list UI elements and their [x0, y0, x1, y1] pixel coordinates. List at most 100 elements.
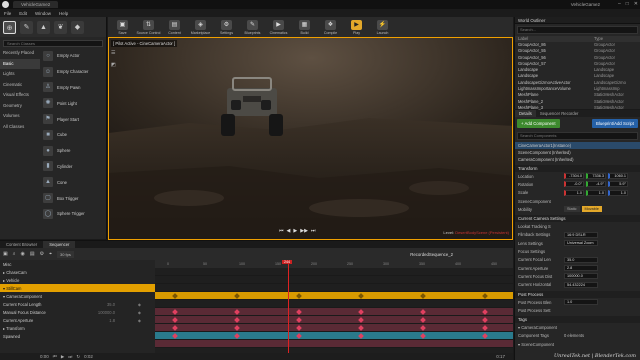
tag-row[interactable]: ▾ CameraComponent: [518, 325, 564, 330]
tab-sequencer-recorder[interactable]: Sequencer Recorder: [536, 110, 583, 117]
prop-field[interactable]: 54.432224: [564, 281, 598, 288]
skip-back-icon[interactable]: ⏮: [279, 228, 284, 234]
source-control-button[interactable]: ⇅ Source Control: [136, 17, 161, 37]
keyframe[interactable]: [482, 309, 488, 315]
add-component-button[interactable]: + Add Component: [517, 119, 560, 128]
keyframe[interactable]: [172, 325, 178, 331]
content-button[interactable]: ▤ Content: [162, 17, 187, 37]
snap-icon[interactable]: ⌖: [49, 251, 52, 257]
menu-window[interactable]: Window: [35, 11, 51, 16]
menu-edit[interactable]: Edit: [19, 11, 27, 16]
loop-icon[interactable]: ↻: [76, 354, 80, 360]
play-icon[interactable]: ▶: [293, 228, 297, 234]
keyframe[interactable]: [172, 333, 178, 339]
timeline-lane[interactable]: [155, 300, 513, 308]
placeable-item[interactable]: ● Sphere: [40, 143, 106, 159]
keyframe[interactable]: [420, 293, 426, 299]
keyframe[interactable]: [172, 293, 178, 299]
placeable-item[interactable]: ○ Empty Actor: [40, 48, 106, 64]
component-search-input[interactable]: Search Components: [517, 132, 638, 140]
keyframe[interactable]: [358, 293, 364, 299]
category-item[interactable]: All Classes: [0, 122, 40, 133]
sequencer-track[interactable]: ▸ ChaseCam: [0, 268, 155, 276]
camera-icon[interactable]: ◉: [21, 251, 25, 257]
timeline-lane[interactable]: [155, 324, 513, 332]
settings-button[interactable]: ⚙ Settings: [214, 17, 239, 37]
class-search-input[interactable]: Search Classes: [3, 40, 103, 47]
timeline-lane[interactable]: [155, 308, 513, 316]
keyframe[interactable]: [420, 317, 426, 323]
sequencer-track[interactable]: Current Focal Length 35.0 ◆: [0, 300, 155, 308]
place-mode-icon[interactable]: ⊕: [3, 20, 16, 34]
paint-mode-icon[interactable]: ✎: [20, 20, 33, 34]
timeline-lane[interactable]: [155, 292, 513, 300]
save-button[interactable]: ▣ Save: [110, 17, 135, 37]
keyframe[interactable]: [482, 317, 488, 323]
keyframe[interactable]: [358, 333, 364, 339]
perspective-icon[interactable]: ◩: [111, 62, 116, 68]
prop-field[interactable]: 2.8: [564, 265, 598, 272]
post-process-section[interactable]: Post Process: [515, 290, 640, 298]
keyframe[interactable]: [482, 293, 488, 299]
compile-button[interactable]: ❖ Compile: [318, 17, 343, 37]
launch-button[interactable]: ⚡ Launch: [370, 17, 395, 37]
timeline-lane[interactable]: [155, 316, 513, 324]
category-item[interactable]: Visual Effects: [0, 90, 40, 101]
keyframe[interactable]: [172, 309, 178, 315]
keyframe[interactable]: [296, 333, 302, 339]
placeable-item[interactable]: ⚑ Player Start: [40, 111, 106, 127]
placeable-item[interactable]: ▢ Box Trigger: [40, 190, 106, 206]
placeable-item[interactable]: ▮ Cylinder: [40, 159, 106, 175]
timeline-lane[interactable]: [155, 340, 513, 348]
prop-field[interactable]: 1.0: [564, 299, 598, 305]
fps-dropdown[interactable]: 30 fps: [56, 250, 74, 258]
play-icon[interactable]: ▶: [61, 354, 64, 360]
geometry-mode-icon[interactable]: ◆: [71, 20, 84, 34]
component-item[interactable]: CineCameraActor1(Instance): [515, 142, 640, 149]
sequencer-track[interactable]: Spawned: [0, 332, 155, 340]
keyframe[interactable]: [358, 309, 364, 315]
viewport-menu-icon[interactable]: ☰: [111, 50, 116, 56]
timeline-lane[interactable]: [155, 276, 513, 284]
category-item[interactable]: Basic: [0, 58, 40, 69]
sequencer-track[interactable]: ▾ StillCam: [0, 284, 155, 292]
component-item[interactable]: CameraComponent (Inherited): [515, 156, 640, 163]
timeline-lane[interactable]: [155, 284, 513, 292]
keyframe[interactable]: [420, 309, 426, 315]
render-icon[interactable]: ▤: [30, 251, 35, 257]
maximize-icon[interactable]: □: [626, 1, 629, 7]
settings-icon[interactable]: ⚙: [40, 251, 44, 257]
keyframe[interactable]: [234, 317, 240, 323]
tab-details[interactable]: Details: [515, 110, 536, 117]
sequencer-track[interactable]: Current Aperture 1.8 ◆: [0, 316, 155, 324]
sequencer-track[interactable]: ▾ CameraComponent: [0, 292, 155, 300]
skip-back-icon[interactable]: ⏮: [53, 354, 57, 359]
location-x-field[interactable]: -7304.0: [564, 173, 584, 180]
step-back-icon[interactable]: ◀: [287, 228, 291, 234]
sequencer-track[interactable]: ▸ Transform: [0, 324, 155, 332]
category-item[interactable]: Cinematic: [0, 80, 40, 91]
timeline-lane[interactable]: [155, 268, 513, 276]
sequencer-track[interactable]: Manual Focus Distance 100000.0 ◆: [0, 308, 155, 316]
camera-settings-section[interactable]: Current Camera Settings: [515, 215, 640, 223]
blueprint-script-button[interactable]: Blueprint/Add Script: [592, 119, 638, 128]
keyframe[interactable]: [296, 317, 302, 323]
keyframe[interactable]: [482, 325, 488, 331]
scale-z-field[interactable]: 1.0: [608, 189, 628, 196]
placeable-item[interactable]: ▲ Cone: [40, 174, 106, 190]
cinematics-button[interactable]: ▶ Cinematics: [266, 17, 291, 37]
tag-row[interactable]: ▾ SceneComponent: [518, 342, 564, 347]
level-tab[interactable]: VehicleGame2: [13, 1, 59, 8]
keyframe[interactable]: [234, 293, 240, 299]
rotation-x-field[interactable]: -0.0°: [564, 181, 584, 188]
scale-y-field[interactable]: 1.0: [586, 189, 606, 196]
keyframe[interactable]: [420, 325, 426, 331]
keyframe[interactable]: [358, 325, 364, 331]
menu-help[interactable]: Help: [59, 11, 68, 16]
placeable-item[interactable]: ♙ Empty Pawn: [40, 80, 106, 96]
tags-section[interactable]: Tags: [515, 316, 640, 324]
category-item[interactable]: Recently Placed: [0, 48, 40, 59]
tab-content-browser[interactable]: Content Browser: [0, 241, 43, 248]
close-icon[interactable]: ✕: [634, 1, 638, 7]
placeable-item[interactable]: ☺ Empty Character: [40, 64, 106, 80]
